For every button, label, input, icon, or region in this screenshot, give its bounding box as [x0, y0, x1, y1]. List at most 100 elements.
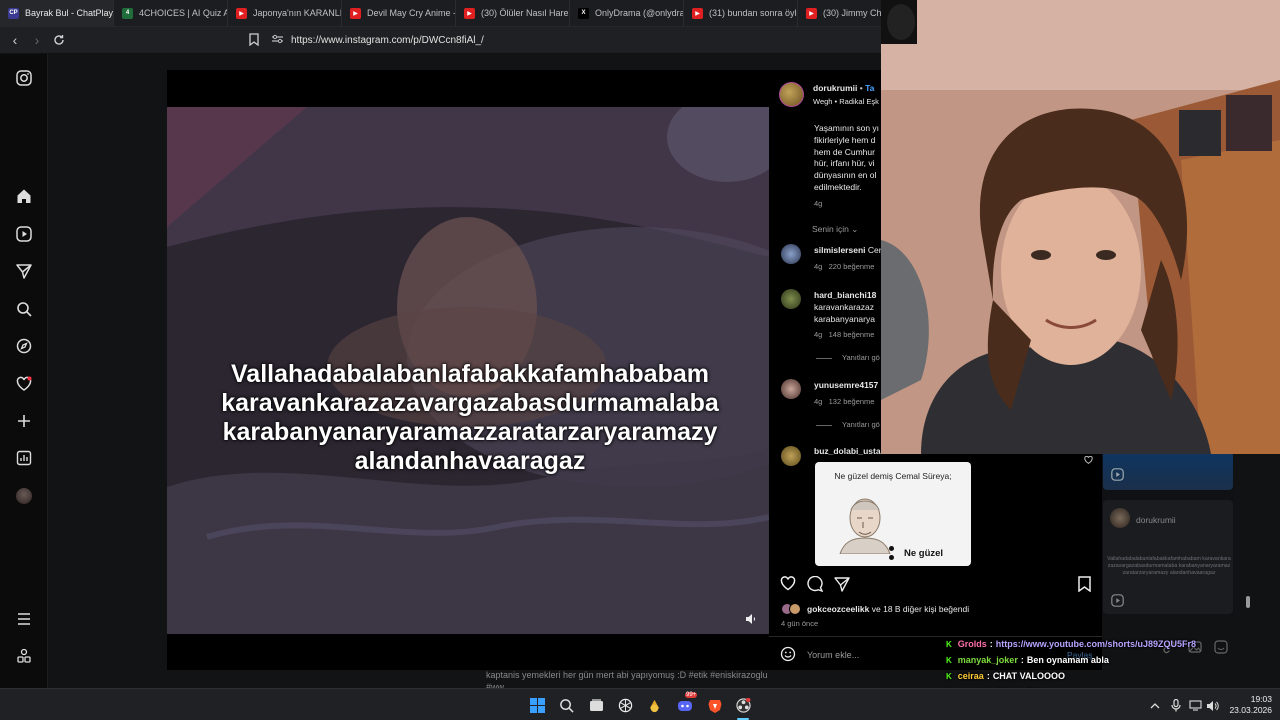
site-settings-icon[interactable] [272, 34, 283, 47]
liked-by-avatars[interactable] [781, 603, 805, 615]
view-replies-label: Yanıtları gö [842, 420, 880, 429]
browser-tab[interactable]: ▶ Devil May Cry Anime - [342, 0, 456, 27]
comment-bubble-icon[interactable] [807, 575, 824, 597]
comment-image-text: Ne güzel demiş Cemal Süreya; [834, 471, 952, 481]
caption-line: Yaşamının son yı [814, 123, 880, 133]
browser-tab-label: 4CHOICES | AI Quiz Ar [139, 8, 228, 18]
scrollbar-thumb[interactable] [1246, 596, 1250, 608]
messages-icon[interactable] [14, 261, 34, 281]
reload-icon[interactable] [48, 29, 70, 51]
youtube-icon: ▶ [236, 7, 247, 19]
microphone-icon[interactable] [1167, 697, 1184, 714]
chatgpt-icon[interactable] [617, 697, 634, 714]
commenter-avatar[interactable] [781, 289, 801, 309]
commenter-avatar[interactable] [781, 379, 801, 399]
chat-separator: : [986, 671, 990, 681]
search-icon[interactable] [14, 299, 34, 319]
home-icon[interactable] [14, 186, 34, 206]
chat-username[interactable]: manyak_joker [958, 655, 1018, 665]
browser-tab[interactable]: CP Bayrak Bul - ChatPlay [0, 0, 114, 27]
caption-line: edilmektedir. [814, 181, 862, 192]
browser-tab[interactable]: ▶ (30) Ölüler Nasıl Harek [456, 0, 570, 27]
view-replies[interactable]: Yanıtları gö [816, 420, 880, 429]
subtitle-line: karavankarazazavargazabasdurmamalaba [221, 389, 719, 417]
profile-avatar[interactable] [14, 486, 34, 506]
commenter-avatar[interactable] [781, 244, 801, 264]
subtitle-line: karabanyanaryaramazzaratarzaryaramazy [222, 418, 718, 446]
chat-username[interactable]: Grolds [958, 639, 987, 649]
brave-browser-icon[interactable] [706, 697, 723, 714]
browser-tab[interactable]: 4 4CHOICES | AI Quiz Ar [114, 0, 228, 27]
back-icon[interactable]: ‹ [4, 29, 26, 51]
kick-badge-icon: K [946, 671, 952, 681]
view-replies[interactable]: Yanıtları gö [816, 353, 880, 362]
caption-line: hem de Cumhur [814, 146, 875, 157]
commenter-avatar[interactable] [781, 446, 801, 466]
webcam-overlay [881, 0, 1280, 454]
kick-badge-icon: K [946, 655, 952, 665]
comment-likes[interactable]: 148 beğenme [829, 330, 875, 339]
browser-tab[interactable]: ▶ (31) bundan sonra öyle [684, 0, 798, 27]
comment-username[interactable]: hard_bianchi18 [814, 290, 876, 300]
chat-username[interactable]: ceiraa [958, 671, 984, 681]
forward-icon[interactable]: › [26, 29, 48, 51]
more-menu-icon[interactable] [14, 609, 34, 629]
bookmark-icon[interactable] [249, 33, 259, 51]
comment-text: Cer [867, 245, 881, 255]
liked-by-rest[interactable]: ve 18 B diğer kişi beğendi [872, 604, 969, 614]
notifications-heart-icon[interactable] [14, 374, 34, 394]
video-subtitle: Vallahadabalabanlafabakkafamhababam kara… [180, 360, 760, 476]
browser-tab[interactable]: X OnlyDrama (@onlydra [570, 0, 684, 27]
audio-label[interactable]: Wegh • Radikal Eşk [813, 97, 879, 106]
taskbar-search-icon[interactable] [558, 697, 575, 714]
mute-icon[interactable] [745, 612, 757, 630]
comment-image[interactable]: Ne güzel demiş Cemal Süreya; Ne güzel [815, 462, 971, 566]
like-heart-icon[interactable] [780, 576, 796, 596]
also-from-meta-icon[interactable] [14, 646, 34, 666]
obs-studio-icon[interactable] [735, 697, 752, 714]
author-avatar[interactable] [779, 82, 804, 107]
emoji-icon[interactable] [780, 646, 796, 667]
liked-by-user[interactable]: gokceozceelikk [807, 604, 869, 614]
comment-likes[interactable]: 220 beğenme [829, 262, 875, 271]
dashboard-icon[interactable] [14, 448, 34, 468]
tray-chevron-icon[interactable] [1146, 697, 1163, 714]
comment-text: karavankarazaz [814, 302, 875, 312]
chat-text: CHAT VALOOOO [992, 671, 1065, 681]
comment-likes[interactable]: 132 beğenme [829, 397, 875, 406]
reels-icon[interactable] [14, 224, 34, 244]
save-bookmark-icon[interactable] [1078, 576, 1091, 597]
author-username[interactable]: dorukrumii [813, 83, 857, 93]
browser-tab-label: OnlyDrama (@onlydra [595, 8, 684, 18]
create-plus-icon[interactable] [14, 411, 34, 431]
comment-username[interactable]: yunusemre4157 [814, 380, 878, 390]
youtube-icon: ▶ [692, 7, 703, 19]
share-send-icon[interactable] [834, 576, 850, 597]
caption-line: fikirleriyle hem d [814, 134, 876, 145]
comment-username[interactable]: silmislerseni [814, 245, 866, 255]
address-bar[interactable]: https://www.instagram.com/p/DWCcn8fiAl_/ [272, 31, 872, 49]
explore-icon[interactable] [14, 336, 34, 356]
url-text: https://www.instagram.com/p/DWCcn8fiAl_/ [291, 34, 484, 46]
browser-tab[interactable]: ▶ Japonya'nın KARANLIK [228, 0, 342, 27]
instagram-logo-icon[interactable] [14, 68, 34, 88]
reel-thumb-icon [1111, 468, 1124, 486]
windows-start-icon[interactable] [529, 697, 546, 714]
liked-by-text[interactable]: gokceozceelikk ve 18 B diğer kişi beğend… [807, 604, 969, 614]
side-preview-user: dorukrumii [1136, 515, 1176, 525]
discord-icon[interactable]: 99+ [676, 692, 698, 714]
background-caption-line: kaptanis yemekleri her gün mert abi yapı… [486, 670, 768, 680]
webcam-scene [881, 0, 1280, 454]
network-icon[interactable] [1187, 697, 1204, 714]
task-view-icon[interactable] [588, 697, 605, 714]
game-app-icon[interactable] [646, 697, 663, 714]
comment-input[interactable]: Yorum ekle... [807, 650, 859, 660]
comment-time: 4g [814, 262, 823, 271]
follow-button[interactable]: Ta [865, 83, 874, 93]
browser-tab-label: Japonya'nın KARANLIK [253, 8, 342, 18]
clock[interactable]: 19:03 23.03.2026 [1222, 694, 1272, 716]
comment-sort-dropdown[interactable]: Senin için ⌄ [812, 224, 858, 235]
x-icon: X [578, 7, 589, 19]
comment-username[interactable]: buz_dolabi_usta... [814, 446, 888, 456]
volume-icon[interactable] [1204, 697, 1221, 714]
